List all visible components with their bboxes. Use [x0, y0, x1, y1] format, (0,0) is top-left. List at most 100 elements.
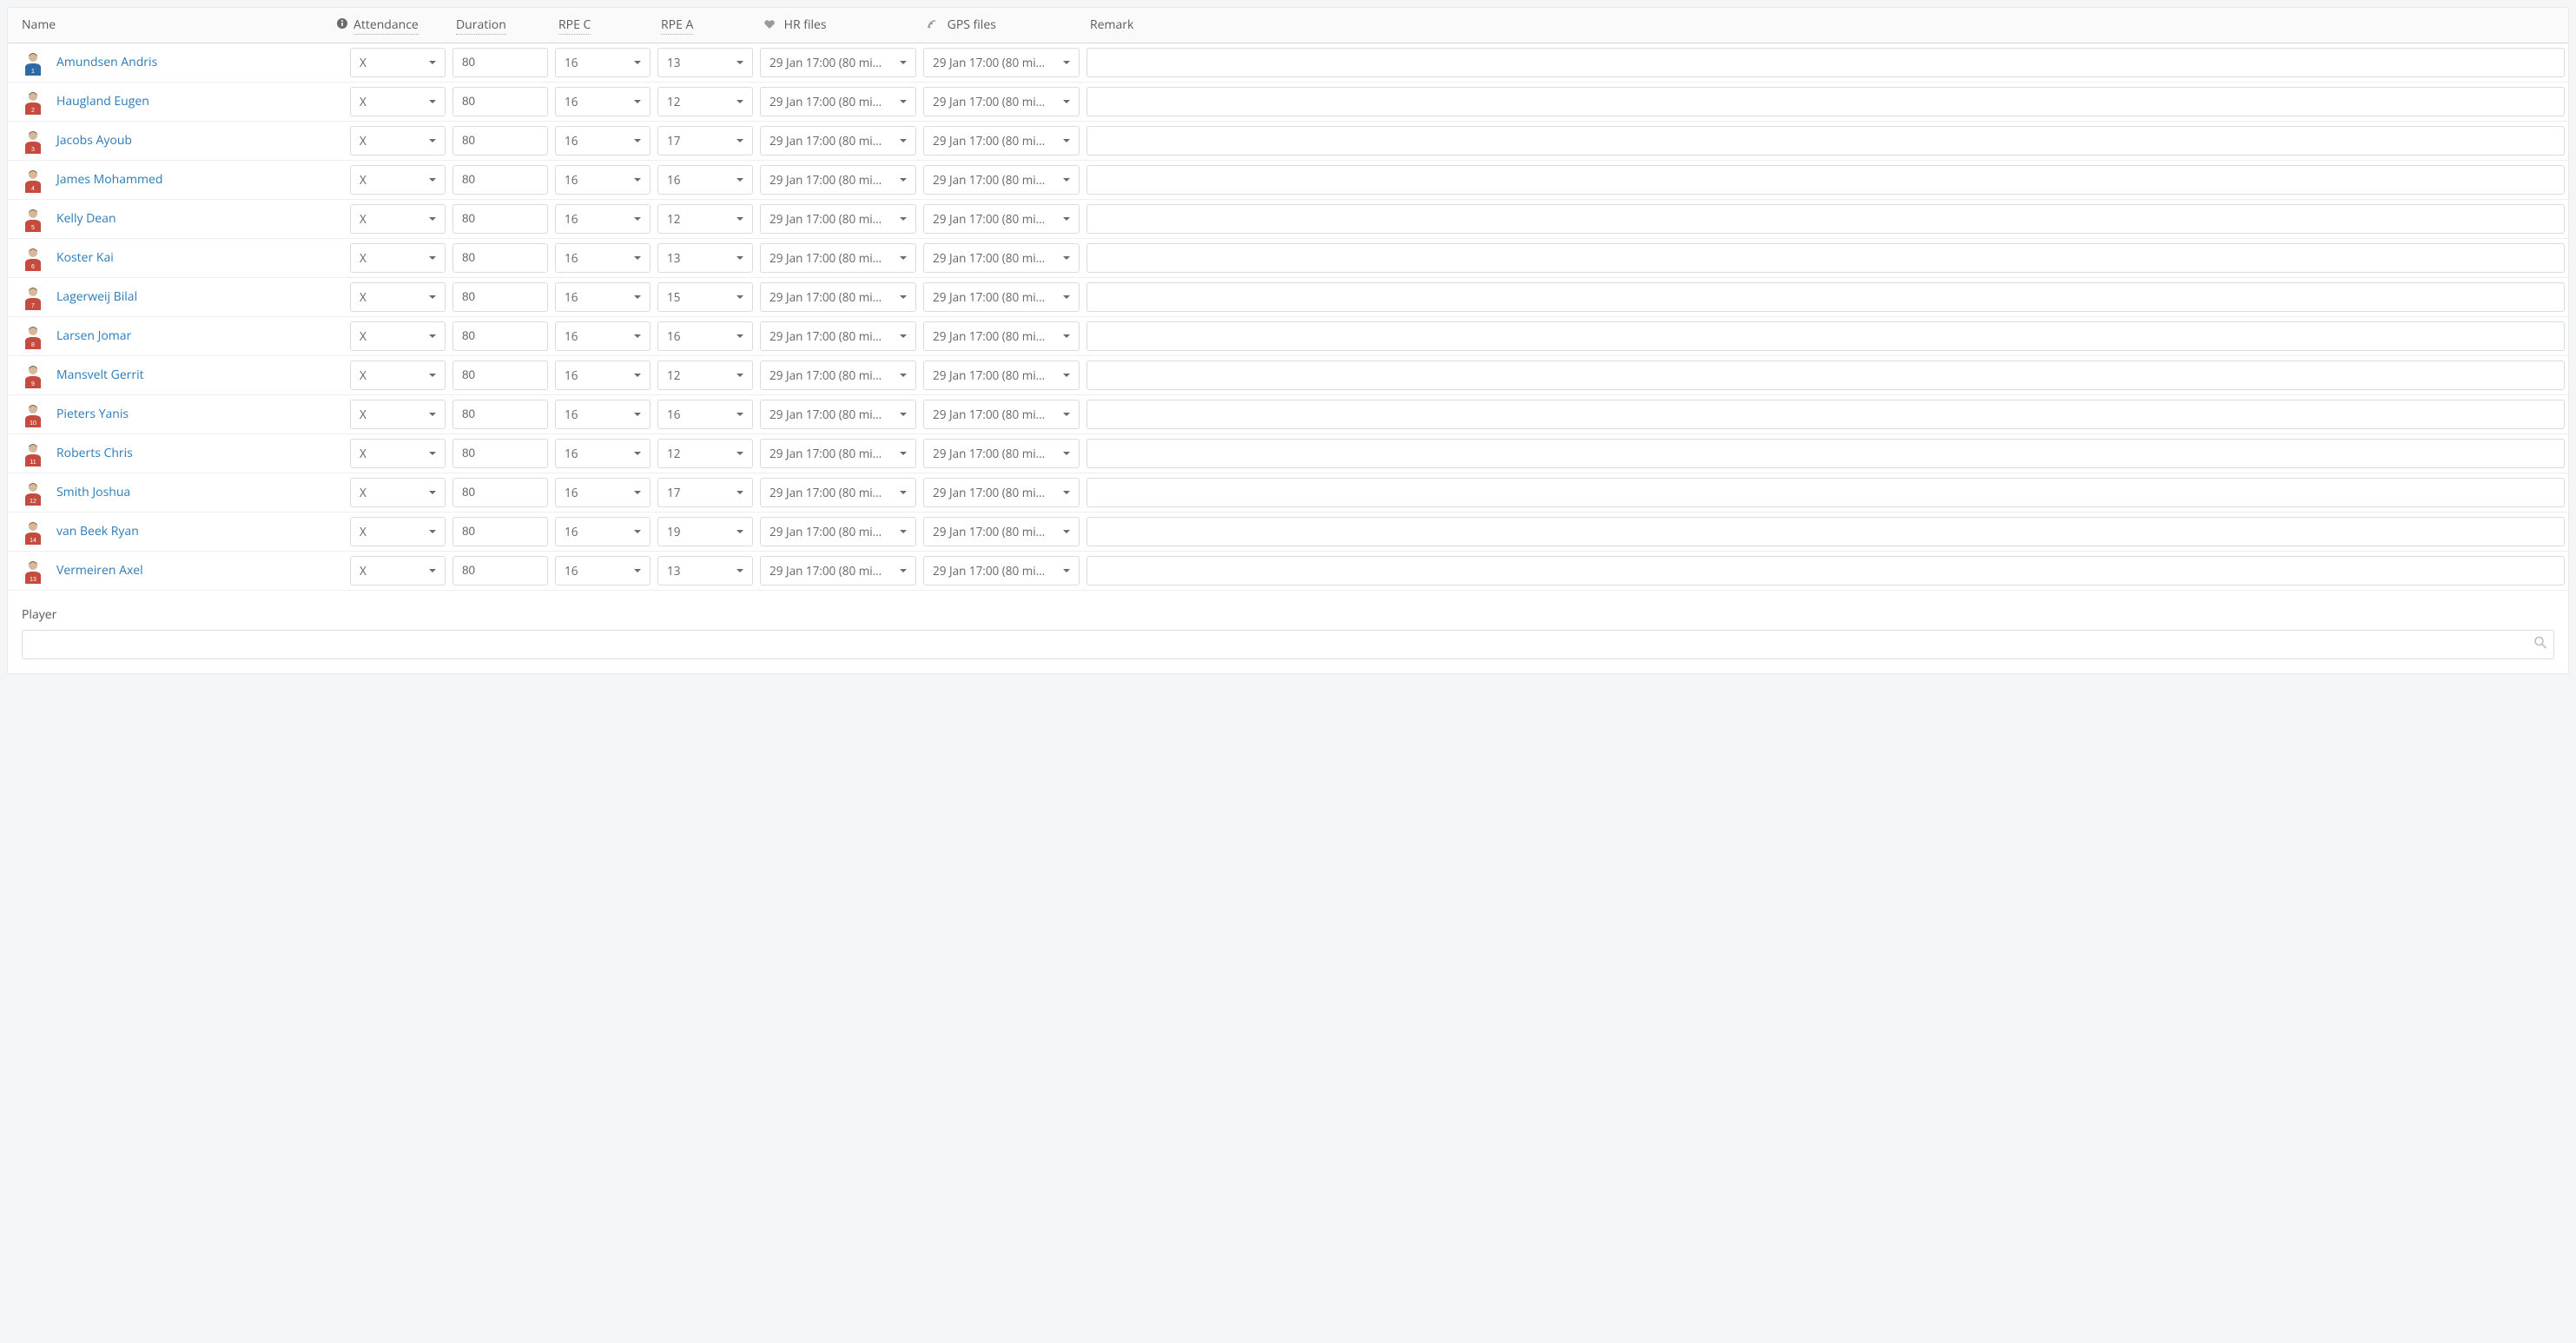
- rpe-a-select[interactable]: 17: [657, 478, 753, 507]
- rpe-c-select[interactable]: 16: [555, 48, 651, 77]
- search-icon[interactable]: [2533, 635, 2547, 653]
- rpe-c-select[interactable]: 16: [555, 282, 651, 312]
- hr-file-select[interactable]: 29 Jan 17:00 (80 min): [760, 87, 916, 116]
- gps-file-select[interactable]: 29 Jan 17:00 (80 min): [923, 439, 1080, 468]
- duration-input[interactable]: [452, 282, 548, 312]
- remark-input[interactable]: [1087, 321, 2565, 351]
- hr-file-select[interactable]: 29 Jan 17:00 (80 min): [760, 282, 916, 312]
- remark-input[interactable]: [1087, 165, 2565, 195]
- player-name-link[interactable]: Larsen Jomar: [56, 327, 131, 344]
- hr-file-select[interactable]: 29 Jan 17:00 (80 min): [760, 439, 916, 468]
- col-header-rpe-c[interactable]: RPE C: [552, 8, 654, 43]
- col-header-hr-files[interactable]: HR files: [756, 8, 920, 43]
- hr-file-select[interactable]: 29 Jan 17:00 (80 min): [760, 400, 916, 429]
- player-name-link[interactable]: Jacobs Ayoub: [56, 132, 132, 149]
- duration-input[interactable]: [452, 321, 548, 351]
- player-name-link[interactable]: Roberts Chris: [56, 445, 133, 461]
- rpe-c-select[interactable]: 16: [555, 126, 651, 155]
- attendance-select[interactable]: X: [350, 517, 446, 546]
- rpe-a-select[interactable]: 12: [657, 439, 753, 468]
- rpe-a-select[interactable]: 13: [657, 556, 753, 585]
- duration-input[interactable]: [452, 400, 548, 429]
- player-name-link[interactable]: Mansvelt Gerrit: [56, 367, 144, 383]
- col-header-attendance[interactable]: Attendance: [347, 8, 449, 43]
- duration-input[interactable]: [452, 204, 548, 234]
- player-search-input[interactable]: [22, 630, 2554, 659]
- hr-file-select[interactable]: 29 Jan 17:00 (80 min): [760, 478, 916, 507]
- col-header-info-icon[interactable]: [329, 8, 347, 43]
- gps-file-select[interactable]: 29 Jan 17:00 (80 min): [923, 282, 1080, 312]
- rpe-a-select[interactable]: 17: [657, 126, 753, 155]
- player-name-link[interactable]: Amundsen Andris: [56, 54, 157, 70]
- gps-file-select[interactable]: 29 Jan 17:00 (80 min): [923, 87, 1080, 116]
- attendance-select[interactable]: X: [350, 48, 446, 77]
- rpe-a-select[interactable]: 13: [657, 243, 753, 273]
- remark-input[interactable]: [1087, 517, 2565, 546]
- rpe-c-select[interactable]: 16: [555, 243, 651, 273]
- hr-file-select[interactable]: 29 Jan 17:00 (80 min): [760, 556, 916, 585]
- hr-file-select[interactable]: 29 Jan 17:00 (80 min): [760, 321, 916, 351]
- rpe-c-select[interactable]: 16: [555, 165, 651, 195]
- player-name-link[interactable]: James Mohammed: [56, 171, 162, 188]
- rpe-c-select[interactable]: 16: [555, 400, 651, 429]
- duration-input[interactable]: [452, 243, 548, 273]
- rpe-c-select[interactable]: 16: [555, 361, 651, 390]
- gps-file-select[interactable]: 29 Jan 17:00 (80 min): [923, 321, 1080, 351]
- rpe-c-select[interactable]: 16: [555, 556, 651, 585]
- rpe-a-select[interactable]: 12: [657, 361, 753, 390]
- rpe-a-select[interactable]: 13: [657, 48, 753, 77]
- attendance-select[interactable]: X: [350, 321, 446, 351]
- remark-input[interactable]: [1087, 282, 2565, 312]
- duration-input[interactable]: [452, 517, 548, 546]
- remark-input[interactable]: [1087, 48, 2565, 77]
- gps-file-select[interactable]: 29 Jan 17:00 (80 min): [923, 126, 1080, 155]
- rpe-a-select[interactable]: 16: [657, 321, 753, 351]
- duration-input[interactable]: [452, 165, 548, 195]
- attendance-select[interactable]: X: [350, 282, 446, 312]
- duration-input[interactable]: [452, 126, 548, 155]
- gps-file-select[interactable]: 29 Jan 17:00 (80 min): [923, 478, 1080, 507]
- rpe-a-select[interactable]: 12: [657, 204, 753, 234]
- duration-input[interactable]: [452, 48, 548, 77]
- remark-input[interactable]: [1087, 439, 2565, 468]
- player-name-link[interactable]: Haugland Eugen: [56, 93, 149, 109]
- player-name-link[interactable]: Kelly Dean: [56, 210, 116, 227]
- attendance-select[interactable]: X: [350, 400, 446, 429]
- duration-input[interactable]: [452, 87, 548, 116]
- attendance-select[interactable]: X: [350, 243, 446, 273]
- attendance-select[interactable]: X: [350, 165, 446, 195]
- remark-input[interactable]: [1087, 478, 2565, 507]
- remark-input[interactable]: [1087, 361, 2565, 390]
- attendance-select[interactable]: X: [350, 87, 446, 116]
- remark-input[interactable]: [1087, 204, 2565, 234]
- gps-file-select[interactable]: 29 Jan 17:00 (80 min): [923, 400, 1080, 429]
- player-name-link[interactable]: Pieters Yanis: [56, 406, 129, 422]
- duration-input[interactable]: [452, 361, 548, 390]
- col-header-remark[interactable]: Remark: [1083, 8, 2568, 43]
- duration-input[interactable]: [452, 439, 548, 468]
- attendance-select[interactable]: X: [350, 361, 446, 390]
- remark-input[interactable]: [1087, 126, 2565, 155]
- player-name-link[interactable]: van Beek Ryan: [56, 523, 139, 539]
- duration-input[interactable]: [452, 478, 548, 507]
- player-name-link[interactable]: Koster Kai: [56, 249, 114, 266]
- remark-input[interactable]: [1087, 87, 2565, 116]
- attendance-select[interactable]: X: [350, 126, 446, 155]
- gps-file-select[interactable]: 29 Jan 17:00 (80 min): [923, 517, 1080, 546]
- gps-file-select[interactable]: 29 Jan 17:00 (80 min): [923, 243, 1080, 273]
- col-header-duration[interactable]: Duration: [449, 8, 552, 43]
- rpe-c-select[interactable]: 16: [555, 517, 651, 546]
- rpe-a-select[interactable]: 19: [657, 517, 753, 546]
- player-name-link[interactable]: Lagerweij Bilal: [56, 288, 137, 305]
- rpe-c-select[interactable]: 16: [555, 204, 651, 234]
- col-header-name[interactable]: Name: [8, 8, 329, 43]
- hr-file-select[interactable]: 29 Jan 17:00 (80 min): [760, 517, 916, 546]
- remark-input[interactable]: [1087, 556, 2565, 585]
- attendance-select[interactable]: X: [350, 204, 446, 234]
- rpe-c-select[interactable]: 16: [555, 439, 651, 468]
- hr-file-select[interactable]: 29 Jan 17:00 (80 min): [760, 48, 916, 77]
- gps-file-select[interactable]: 29 Jan 17:00 (80 min): [923, 556, 1080, 585]
- player-name-link[interactable]: Smith Joshua: [56, 484, 130, 500]
- col-header-gps-files[interactable]: GPS files: [920, 8, 1083, 43]
- gps-file-select[interactable]: 29 Jan 17:00 (80 min): [923, 165, 1080, 195]
